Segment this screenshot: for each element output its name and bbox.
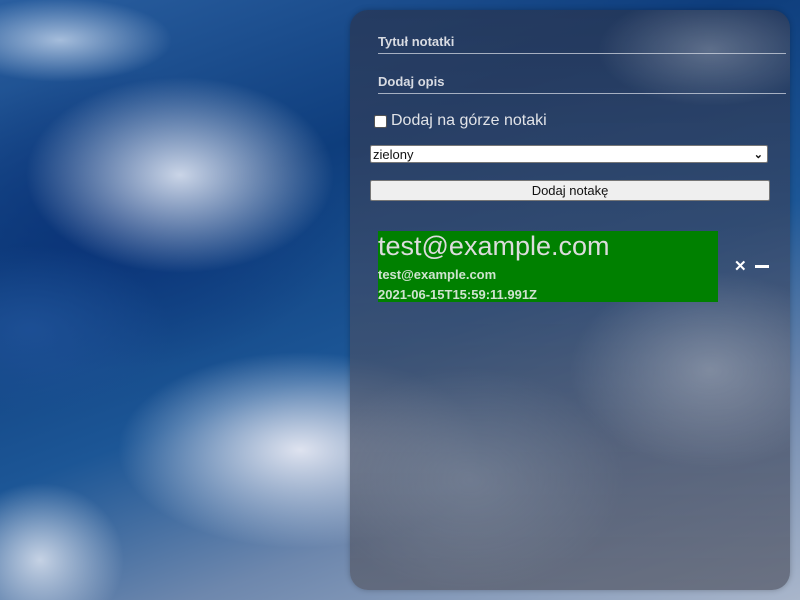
minus-icon[interactable] (755, 265, 769, 268)
chevron-down-icon: ⌄ (753, 149, 763, 161)
note-card-description: test@example.com (378, 267, 497, 282)
add-note-button[interactable]: Dodaj notakę (370, 180, 770, 201)
note-card-title: test@example.com (378, 231, 610, 261)
note-card-date: 2021-06-15T15:59:11.991Z (378, 287, 538, 302)
note-card: test@example.com test@example.com 2021-0… (378, 231, 718, 302)
note-title-input[interactable]: Tytuł notatki (378, 34, 786, 54)
color-select[interactable]: zielony ⌄ (370, 145, 768, 163)
notes-panel: Tytuł notatki Dodaj opis Dodaj na górze … (350, 10, 790, 590)
pin-top-checkbox[interactable] (374, 114, 387, 128)
pin-top-label: Dodaj na górze notaki (391, 112, 547, 129)
pin-top-row[interactable]: Dodaj na górze notaki (374, 112, 547, 130)
close-icon[interactable]: ✕ (734, 259, 747, 274)
note-description-input[interactable]: Dodaj opis (378, 74, 786, 94)
color-select-value: zielony (373, 147, 414, 162)
